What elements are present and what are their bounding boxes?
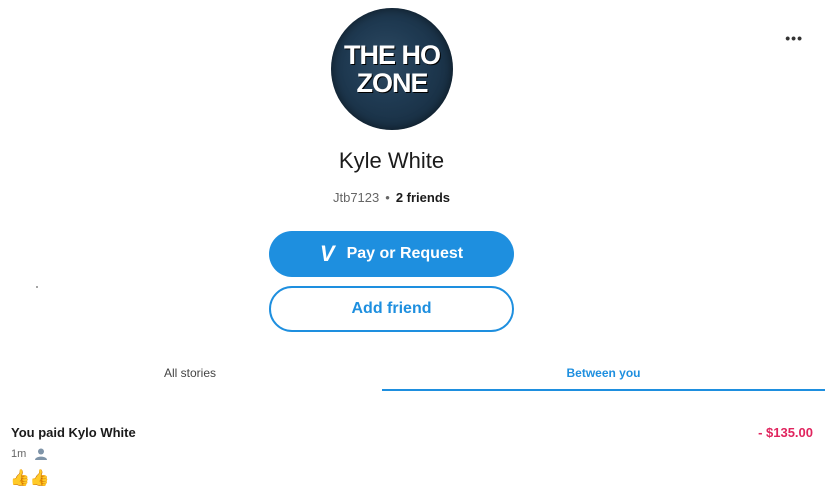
transaction-meta: 1m <box>11 448 48 460</box>
pay-or-request-button[interactable]: V Pay or Request <box>269 231 514 277</box>
separator-dot: • <box>385 190 390 205</box>
like-reactions-icon[interactable]: 👍👍 <box>10 468 50 488</box>
pay-or-request-label: Pay or Request <box>346 245 464 262</box>
more-options-button[interactable]: ••• <box>785 30 803 46</box>
add-friend-button[interactable]: Add friend <box>269 286 514 332</box>
tab-all-stories[interactable]: All stories <box>0 366 380 380</box>
avatar-text-line1: THE HO <box>343 40 441 70</box>
avatar: THE HO ZONE <box>331 8 453 130</box>
transaction-time: 1m <box>11 448 27 460</box>
transaction-amount: - $135.00 <box>758 425 813 440</box>
friends-count-link[interactable]: 2 friends <box>396 190 450 205</box>
decorative-dot <box>36 286 38 288</box>
venmo-logo-icon: V <box>319 241 335 266</box>
add-friend-label: Add friend <box>351 300 432 317</box>
active-tab-indicator <box>382 389 825 391</box>
profile-subline: Jtb7123 • 2 friends <box>0 190 783 205</box>
avatar-text-line2: ZONE <box>356 68 428 98</box>
username: Jtb7123 <box>332 190 380 205</box>
person-icon <box>34 448 48 460</box>
tab-between-you[interactable]: Between you <box>382 366 825 380</box>
transaction-title[interactable]: You paid Kylo White <box>11 425 136 440</box>
profile-name: Kyle White <box>338 148 445 173</box>
